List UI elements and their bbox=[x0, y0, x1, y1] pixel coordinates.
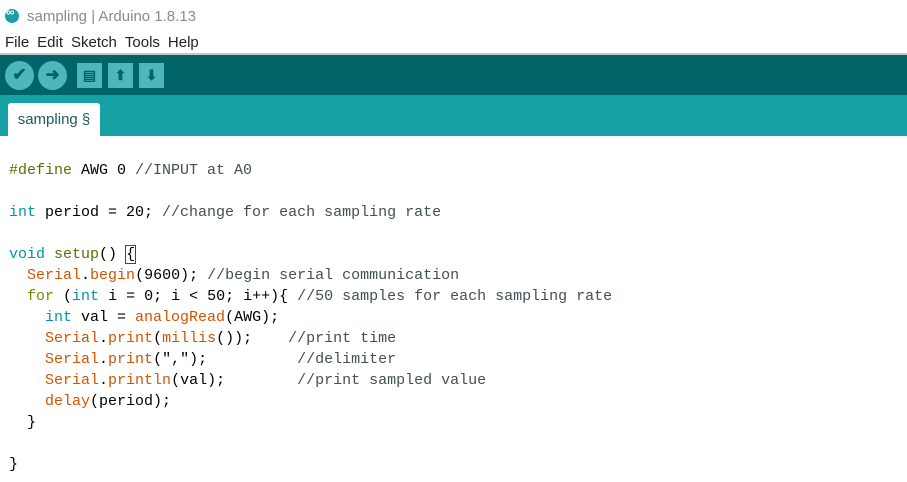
code-line: int period = 20; //change for each sampl… bbox=[9, 202, 612, 223]
new-file-icon: ▤ bbox=[82, 66, 97, 83]
code-token-fn: setup bbox=[54, 246, 100, 263]
code-token-plain: (9600); bbox=[135, 267, 208, 284]
code-token-plain: (val); bbox=[171, 372, 298, 389]
code-editor[interactable]: #define AWG 0 //INPUT at A0 int period = … bbox=[9, 160, 612, 475]
menu-bar: File Edit Sketch Tools Help bbox=[0, 32, 907, 55]
code-token-lib: analogRead bbox=[135, 309, 226, 326]
code-token-type: int bbox=[72, 288, 100, 305]
code-token-cmt: //50 samples for each sampling rate bbox=[297, 288, 613, 305]
arrow-up-icon: ⬆ bbox=[114, 66, 127, 83]
code-token-cmt: //begin serial communication bbox=[207, 267, 460, 284]
code-token-lib: print bbox=[108, 351, 154, 368]
code-token-plain: . bbox=[99, 351, 109, 368]
code-token-lib: print bbox=[108, 330, 154, 347]
code-token-plain: i = 0; i < 50; i++){ bbox=[99, 288, 298, 305]
code-token-plain: ( bbox=[153, 330, 163, 347]
menu-file[interactable]: File bbox=[0, 34, 33, 51]
code-token-type: int bbox=[9, 204, 37, 221]
code-token-lib: Serial bbox=[45, 372, 100, 389]
code-line: } bbox=[9, 412, 612, 433]
code-token-cmt: //delimiter bbox=[297, 351, 397, 368]
code-token-plain: (period); bbox=[90, 393, 172, 410]
code-token-cur: { bbox=[125, 245, 137, 264]
code-token-cmt: //INPUT at A0 bbox=[135, 162, 253, 179]
save-button[interactable]: ⬇ bbox=[139, 62, 164, 88]
code-line: Serial.begin(9600); //begin serial commu… bbox=[9, 265, 612, 286]
code-line: } bbox=[9, 454, 612, 475]
code-token-plain: ()); bbox=[216, 330, 289, 347]
code-token-type: void bbox=[9, 246, 46, 263]
open-button[interactable]: ⬆ bbox=[108, 62, 133, 88]
code-token-lib: millis bbox=[162, 330, 217, 347]
code-token-cmt: //print sampled value bbox=[297, 372, 487, 389]
code-token-ctrl: for bbox=[27, 288, 55, 305]
code-token-lib: Serial bbox=[27, 267, 82, 284]
arduino-logo-icon bbox=[5, 5, 19, 23]
code-token-type: int bbox=[45, 309, 73, 326]
code-token-plain: AWG 0 bbox=[72, 162, 136, 179]
code-token-cmt: //change for each sampling rate bbox=[162, 204, 442, 221]
code-line: for (int i = 0; i < 50; i++){ //50 sampl… bbox=[9, 286, 612, 307]
title-bar: sampling | Arduino 1.8.13 bbox=[0, 0, 907, 32]
code-token-plain: } bbox=[9, 456, 19, 473]
window-title: sampling | Arduino 1.8.13 bbox=[27, 7, 197, 25]
code-token-plain: . bbox=[99, 330, 109, 347]
upload-button[interactable]: ➜ bbox=[38, 60, 67, 90]
verify-button[interactable]: ✔ bbox=[5, 60, 34, 90]
menu-help[interactable]: Help bbox=[164, 34, 203, 51]
arrow-right-icon: ➜ bbox=[45, 65, 60, 84]
code-token-plain: period = 20; bbox=[36, 204, 163, 221]
code-token-plain: (AWG); bbox=[225, 309, 280, 326]
code-token-cmt: //print time bbox=[288, 330, 397, 347]
code-token-plain: . bbox=[99, 372, 109, 389]
code-token-lib: Serial bbox=[45, 351, 100, 368]
menu-edit[interactable]: Edit bbox=[33, 34, 67, 51]
code-token-plain: } bbox=[9, 414, 37, 431]
code-token-lib: Serial bbox=[45, 330, 100, 347]
tab-sampling[interactable]: sampling § bbox=[8, 103, 100, 136]
menu-sketch[interactable]: Sketch bbox=[67, 34, 121, 51]
code-line: Serial.print(","); //delimiter bbox=[9, 349, 612, 370]
new-button[interactable]: ▤ bbox=[77, 62, 102, 88]
code-line: #define AWG 0 //INPUT at A0 bbox=[9, 160, 612, 181]
arrow-down-icon: ⬇ bbox=[145, 66, 158, 83]
menu-tools[interactable]: Tools bbox=[121, 34, 164, 51]
code-line: void setup() { bbox=[9, 244, 612, 265]
check-icon: ✔ bbox=[12, 65, 27, 84]
code-token-plain: ( bbox=[54, 288, 73, 305]
code-line: Serial.println(val); //print sampled val… bbox=[9, 370, 612, 391]
code-line: int val = analogRead(AWG); bbox=[9, 307, 612, 328]
code-token-pre: #define bbox=[9, 162, 73, 179]
code-token-plain: (","); bbox=[153, 351, 298, 368]
code-token-lib: println bbox=[108, 372, 172, 389]
code-token-plain: () bbox=[99, 246, 127, 263]
code-token-lib: begin bbox=[90, 267, 136, 284]
code-token-lib: delay bbox=[45, 393, 91, 410]
toolbar: ✔ ➜ ▤ ⬆ ⬇ bbox=[0, 55, 907, 95]
tab-bar: sampling § bbox=[0, 95, 907, 136]
code-token-plain: val = bbox=[72, 309, 136, 326]
code-line: Serial.print(millis()); //print time bbox=[9, 328, 612, 349]
code-line: delay(period); bbox=[9, 391, 612, 412]
code-token-plain: . bbox=[81, 267, 91, 284]
